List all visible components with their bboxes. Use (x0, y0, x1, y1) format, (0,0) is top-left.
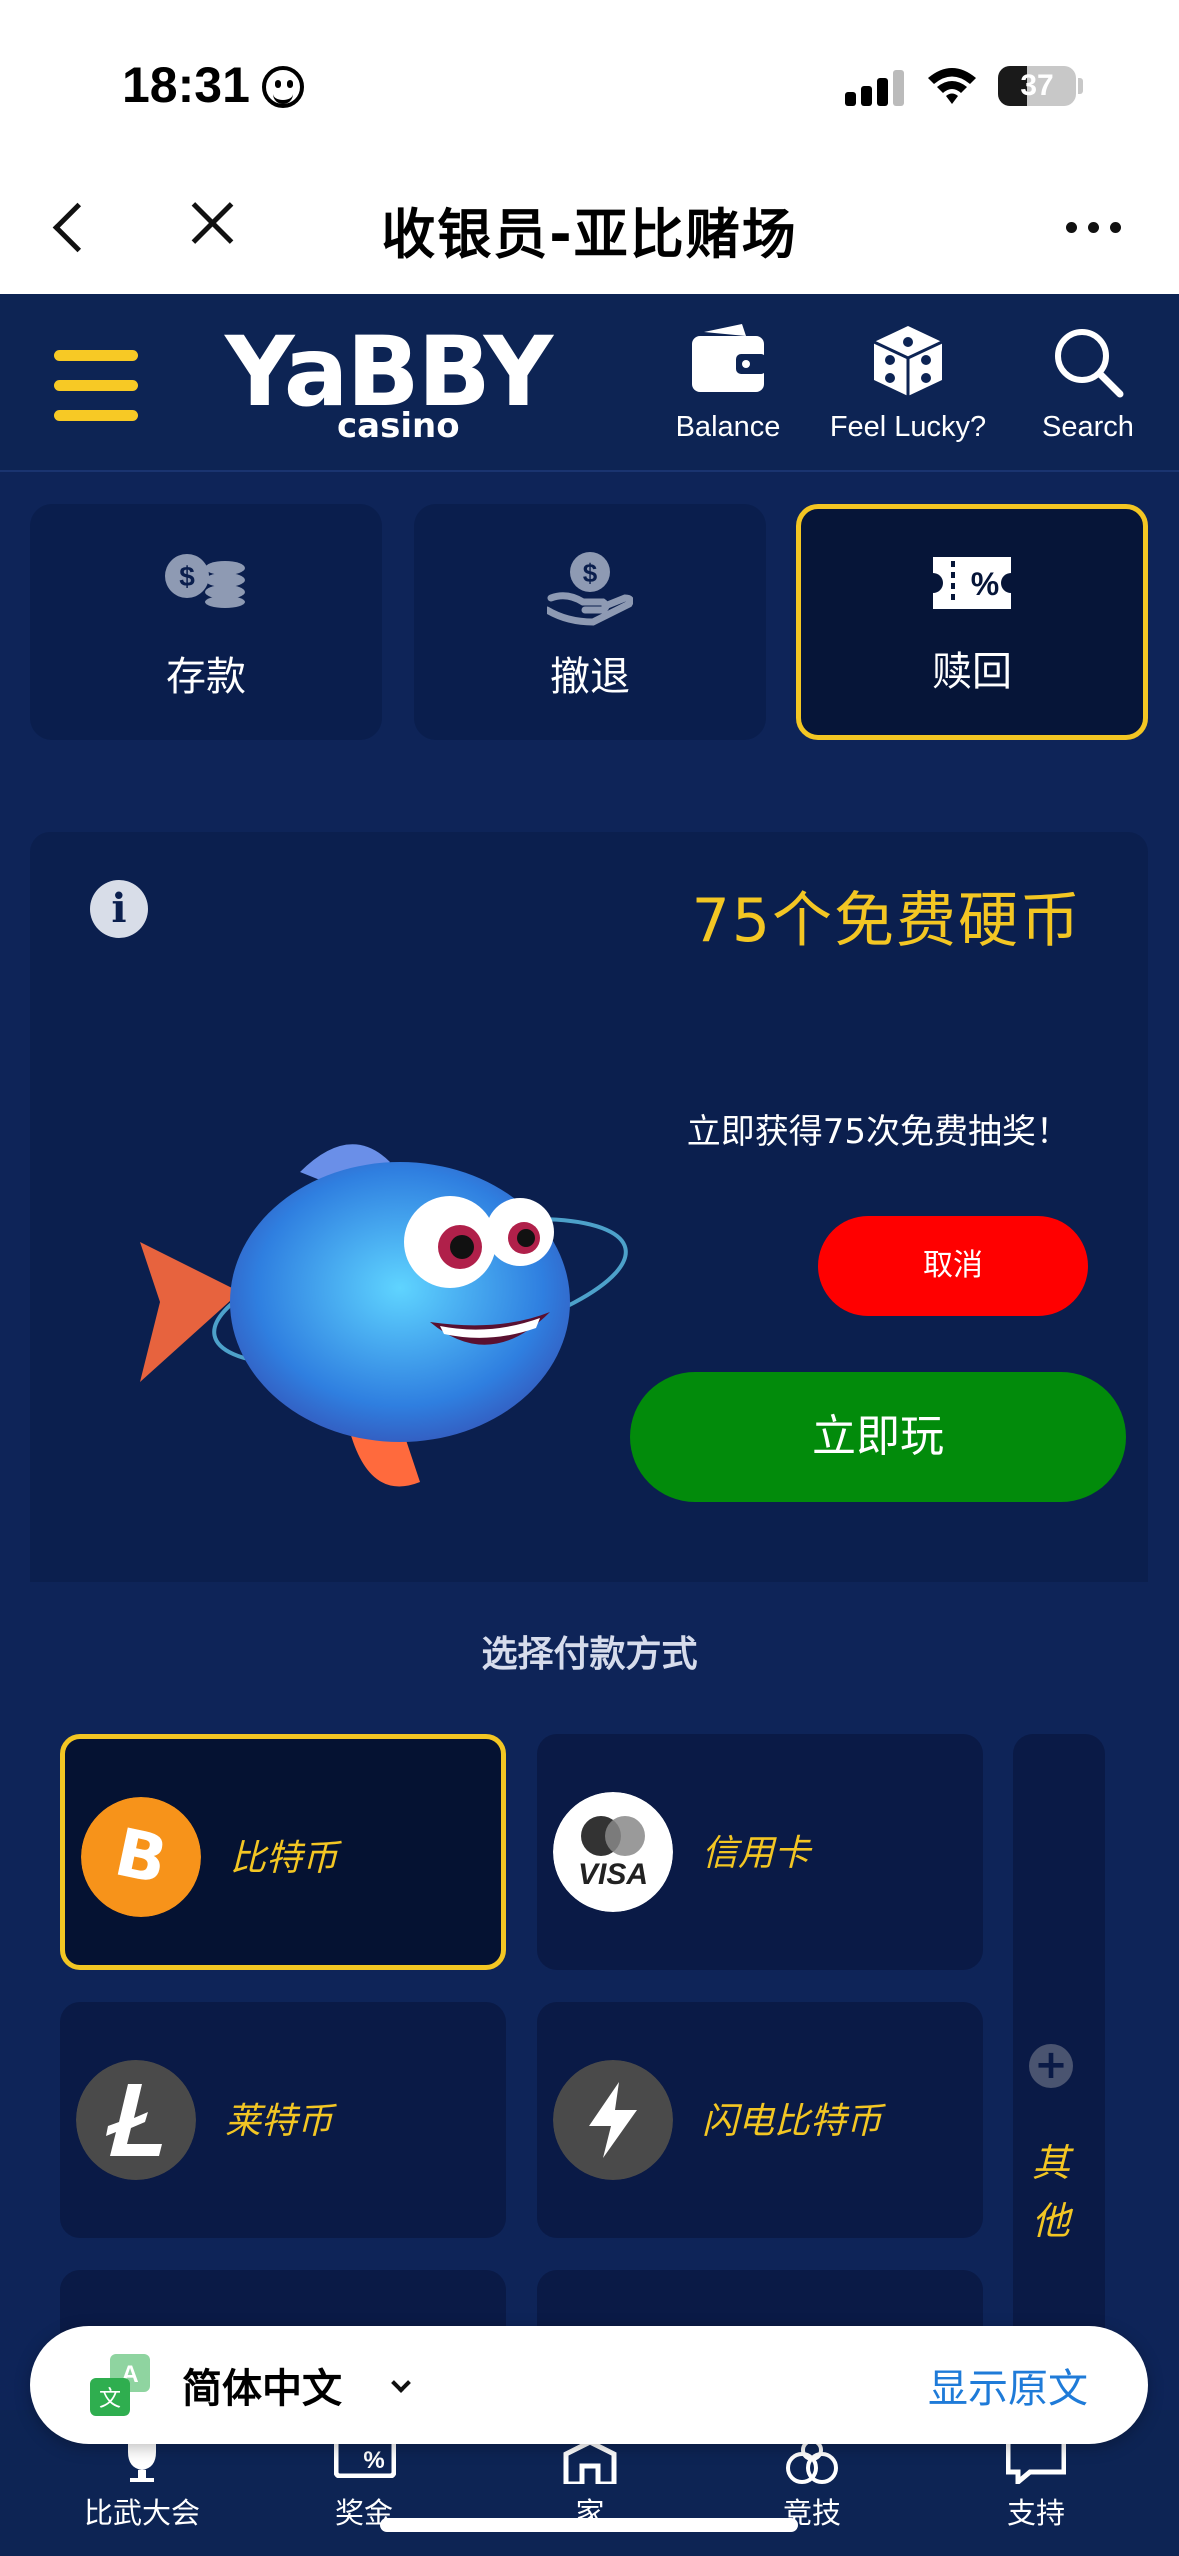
search-icon (1055, 329, 1124, 398)
hand-money-icon: $ (547, 552, 633, 626)
tab-withdraw[interactable]: $ 撤退 (414, 504, 766, 740)
balance-label: Balance (675, 411, 781, 443)
svg-text:%: % (363, 2447, 384, 2474)
tab-deposit[interactable]: $ 存款 (30, 504, 382, 740)
bonus-ticket-icon: % (334, 2438, 396, 2478)
balance-button[interactable]: Balance (638, 324, 818, 454)
home-icon (563, 2440, 617, 2484)
payment-method-label: 闪电比特币 (702, 2101, 883, 2142)
svg-text:$: $ (583, 558, 598, 588)
show-original-button[interactable]: 显示原文 (928, 2356, 1088, 2414)
promo-title: 75个免费硬币 (691, 886, 1082, 956)
chevron-down-icon[interactable] (391, 2373, 411, 2393)
status-bar: 18:31 37 (0, 0, 1179, 170)
battery-level: 37 (1020, 69, 1054, 102)
bitcoin-icon: B (81, 1797, 201, 1917)
browser-title-bar: 收银员-亚比赌场 (0, 170, 1179, 294)
status-time: 18:31 (122, 57, 250, 113)
smiley-icon (262, 66, 304, 108)
cellular-signal-icon (845, 70, 905, 106)
home-indicator (380, 2518, 798, 2532)
yabby-logo[interactable]: YaBBY casino (225, 324, 565, 446)
dice-icon (873, 326, 943, 396)
feel-lucky-label: Feel Lucky? (829, 411, 987, 443)
translate-bar: A 文 简体中文 显示原文 (30, 2326, 1148, 2444)
sports-icon (786, 2439, 838, 2484)
svg-text:$: $ (179, 561, 195, 592)
battery-tip (1078, 78, 1083, 94)
translate-language[interactable]: 简体中文 (182, 2356, 342, 2414)
search-label: Search (1042, 411, 1134, 443)
nav-support[interactable]: 支持 (936, 2490, 1136, 2532)
visa-mastercard-icon: VISA (553, 1792, 673, 1912)
litecoin-icon (76, 2060, 196, 2180)
info-icon[interactable]: i (90, 880, 148, 938)
wallet-icon (692, 324, 766, 392)
more-options-icon[interactable] (1066, 222, 1126, 236)
tab-label: 撤退 (550, 654, 630, 700)
payment-method-label: 莱特币 (225, 2101, 334, 2142)
page-title: 收银员-亚比赌场 (381, 203, 798, 266)
tab-label: 存款 (166, 654, 246, 700)
play-now-button[interactable]: 立即玩 (630, 1372, 1126, 1502)
promo-card: i 75个免费硬币 立即获得75次免费抽奖！ 取消 立即玩 (30, 832, 1148, 1582)
wifi-icon (928, 68, 976, 104)
coupon-percent-icon: % (933, 557, 1011, 609)
tab-label: 赎回 (932, 649, 1012, 695)
payment-section-title: 选择付款方式 (481, 1634, 698, 1675)
other-label: 其他 (1031, 2141, 1070, 2243)
lightning-icon (553, 2060, 673, 2180)
search-button[interactable]: Search (998, 324, 1178, 454)
feel-lucky-button[interactable]: Feel Lucky? (818, 324, 998, 454)
plus-icon: + (1029, 2044, 1073, 2088)
payment-method-litecoin[interactable]: 莱特币 (60, 2002, 506, 2238)
trophy-icon (128, 2438, 156, 2482)
payment-method-lightning[interactable]: 闪电比特币 (537, 2002, 983, 2238)
payment-method-label: 比特币 (230, 1838, 339, 1879)
svg-text:文: 文 (99, 2387, 121, 2412)
tab-redeem[interactable]: % 赎回 (796, 504, 1148, 740)
menu-icon[interactable] (54, 350, 138, 424)
cancel-button[interactable]: 取消 (818, 1216, 1088, 1316)
fish-mascot-image (140, 1144, 628, 1487)
logo-subtext: casino (337, 406, 460, 446)
payment-method-label: 信用卡 (702, 1833, 811, 1874)
payment-method-credit-card[interactable]: VISA 信用卡 (537, 1734, 983, 1970)
svg-text:%: % (971, 566, 999, 602)
app-header: YaBBY casino Balance Feel Lucky? Search (0, 294, 1179, 472)
payment-method-bitcoin[interactable]: B 比特币 (60, 1734, 506, 1970)
translate-icon: A 文 (90, 2354, 150, 2416)
battery-icon: 37 (998, 66, 1076, 106)
cashier-tabs: $ 存款 $ 撤退 % 赎回 (30, 504, 1150, 740)
promo-description: 立即获得75次免费抽奖！ (686, 1112, 1070, 1152)
support-chat-icon (1006, 2438, 1066, 2484)
nav-tournament[interactable]: 比武大会 (42, 2490, 242, 2532)
coins-icon: $ (165, 554, 245, 608)
svg-text:VISA: VISA (578, 1858, 648, 1891)
